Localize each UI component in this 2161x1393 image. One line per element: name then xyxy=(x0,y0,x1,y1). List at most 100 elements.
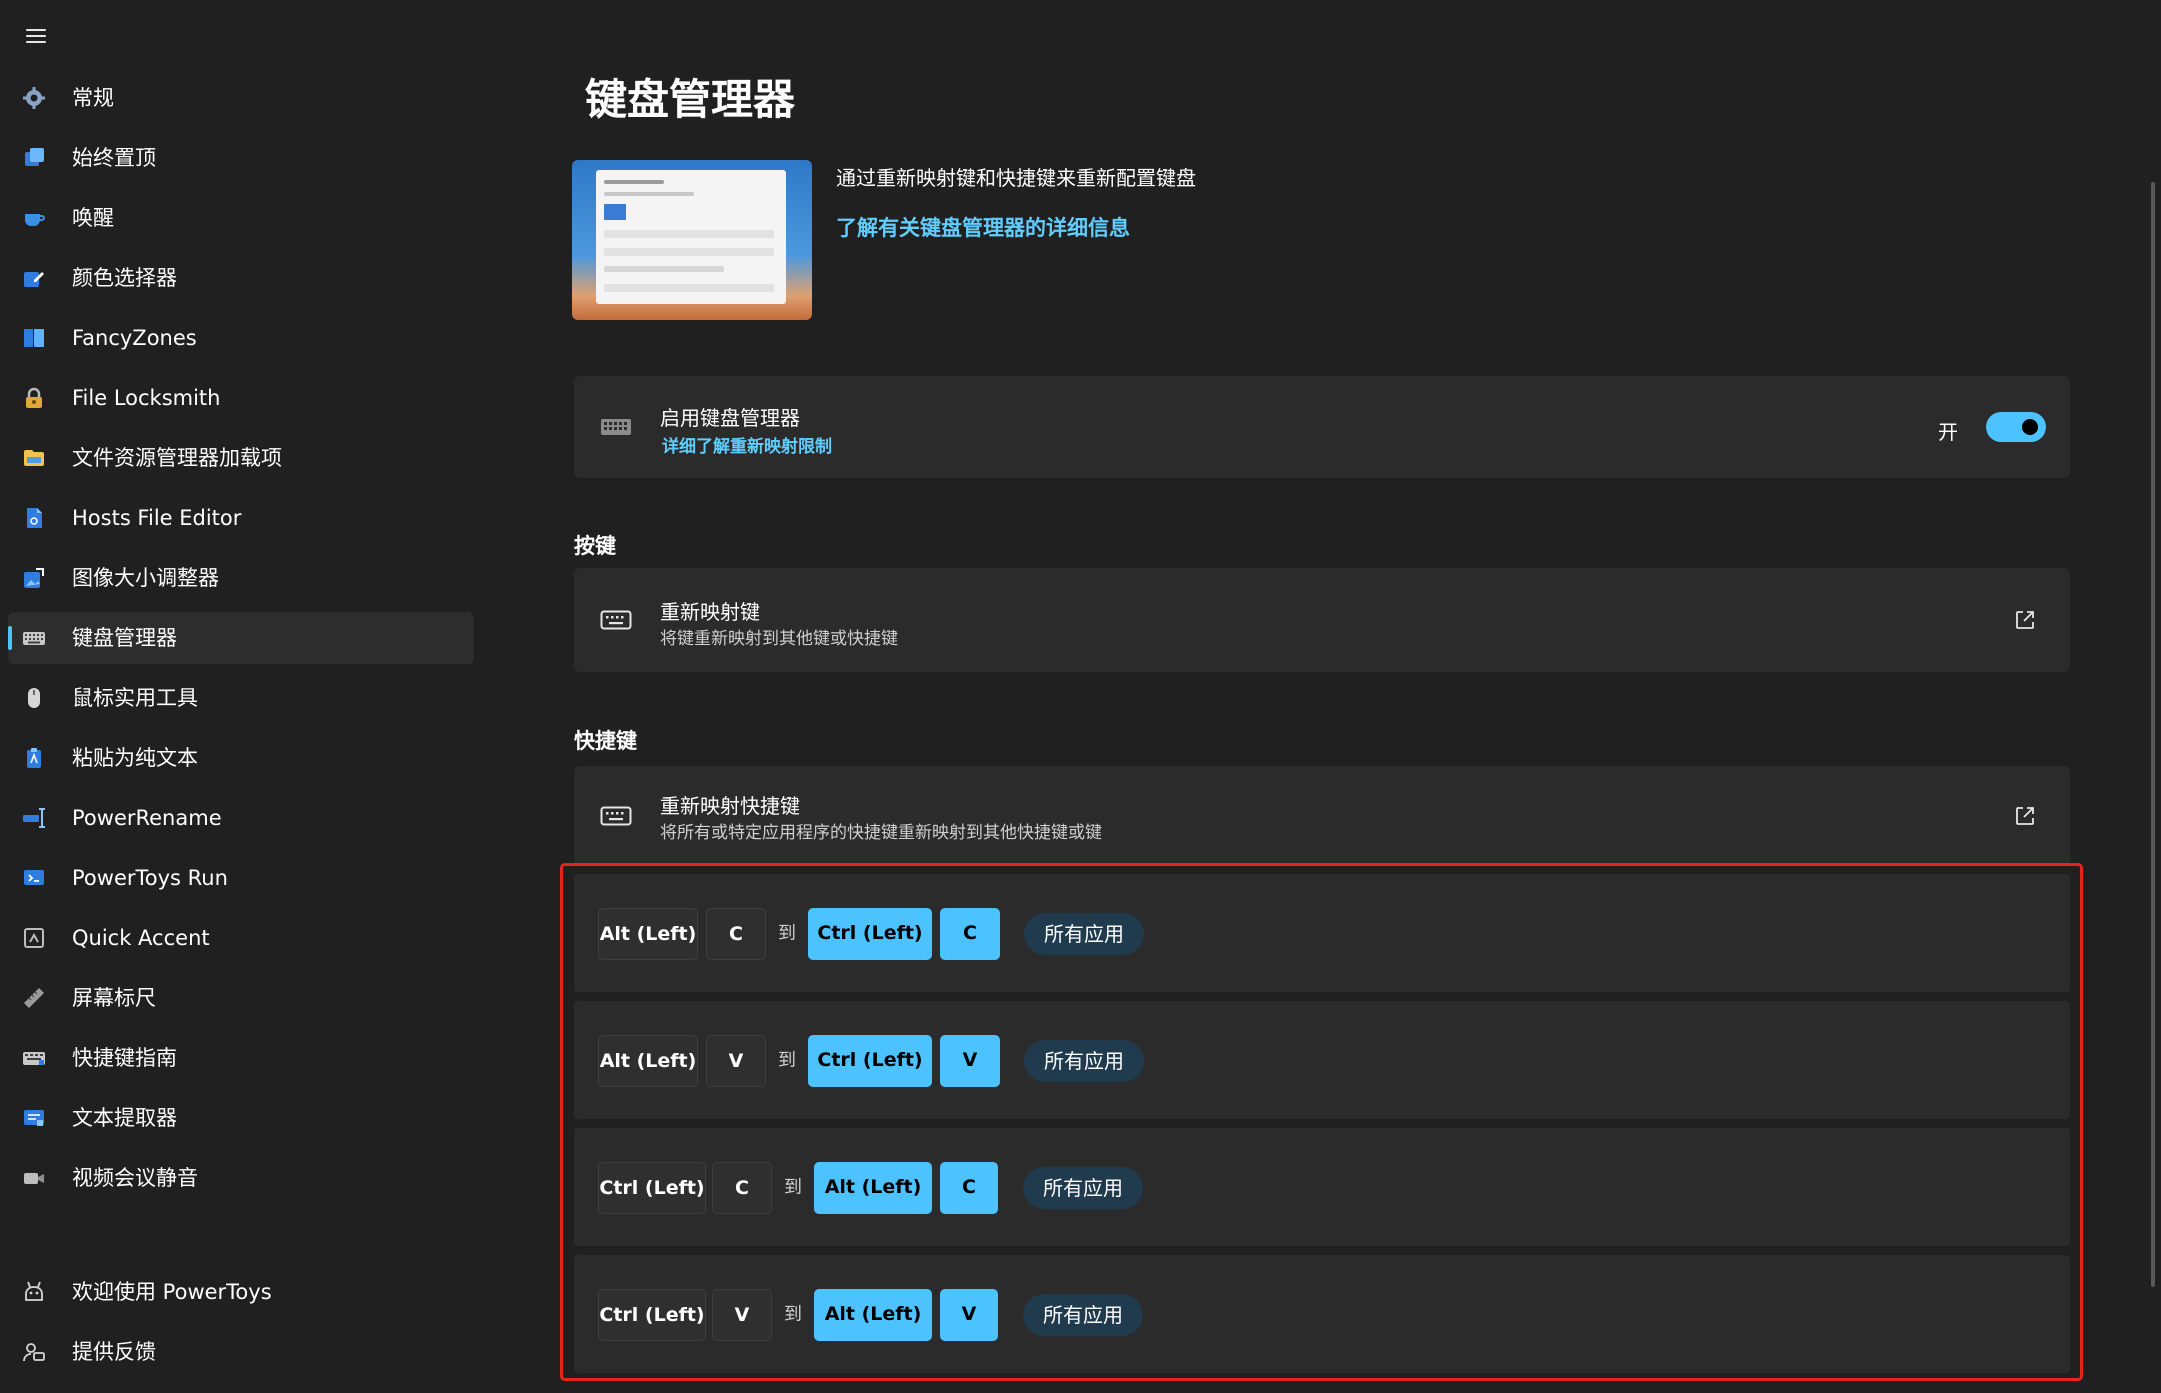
sidebar-item-feedback[interactable]: 提供反馈 xyxy=(8,1326,474,1378)
run-icon xyxy=(24,870,44,885)
source-key: Alt (Left) xyxy=(598,1035,698,1087)
sidebar-item-shortcut-guide[interactable]: 快捷键指南 xyxy=(8,1032,474,1084)
remap-shortcuts-card[interactable]: 重新映射快捷键 将所有或特定应用程序的快捷键重新映射到其他快捷键或键 xyxy=(574,766,2070,866)
shortcut-mapping-row: Ctrl (Left) C 到 Alt (Left) C 所有应用 xyxy=(574,1128,2070,1246)
rename-icon xyxy=(23,808,45,828)
ruler-icon xyxy=(24,988,44,1008)
fancyzones-icon xyxy=(24,329,44,347)
source-key: V xyxy=(712,1289,772,1341)
sidebar-item-powerrename[interactable]: PowerRename xyxy=(8,792,474,844)
sidebar-item-label: 图像大小调整器 xyxy=(72,566,219,590)
video-camera-icon xyxy=(24,1173,44,1184)
keyboard-icon xyxy=(601,419,631,435)
remap-shortcuts-subtitle: 将所有或特定应用程序的快捷键重新映射到其他快捷键或键 xyxy=(660,823,1102,843)
sidebar-item-welcome[interactable]: 欢迎使用 PowerToys xyxy=(8,1266,474,1318)
target-key: Alt (Left) xyxy=(814,1289,932,1341)
target-key: V xyxy=(940,1035,1000,1087)
learn-more-link[interactable]: 了解有关键盘管理器的详细信息 xyxy=(836,212,1130,242)
scrollbar[interactable] xyxy=(2151,182,2155,1287)
sidebar-item-mouse-utilities[interactable]: 鼠标实用工具 xyxy=(8,672,474,724)
sidebar-item-label: 文件资源管理器加载项 xyxy=(72,446,282,470)
sidebar-item-awake[interactable]: 唤醒 xyxy=(8,192,474,244)
sidebar-item-text-extractor[interactable]: 文本提取器 xyxy=(8,1092,474,1144)
source-key: Ctrl (Left) xyxy=(598,1162,706,1214)
shortcut-mapping-row: Alt (Left) C 到 Ctrl (Left) C 所有应用 xyxy=(574,874,2070,992)
sidebar-item-label: 文本提取器 xyxy=(72,1106,177,1130)
sidebar-item-label: 颜色选择器 xyxy=(72,266,177,290)
page-description: 通过重新映射键和快捷键来重新配置键盘 xyxy=(836,166,1196,190)
sidebar-item-label: 粘贴为纯文本 xyxy=(72,746,198,770)
to-label: 到 xyxy=(778,1050,796,1071)
hosts-file-icon xyxy=(27,508,42,528)
enable-toggle[interactable] xyxy=(1986,412,2046,442)
sidebar-item-label: 始终置顶 xyxy=(72,146,156,170)
app-scope-badge: 所有应用 xyxy=(1023,1167,1143,1209)
open-external-icon[interactable] xyxy=(2014,805,2036,827)
remap-limitations-link[interactable]: 详细了解重新映射限制 xyxy=(662,432,832,457)
keys-section-header: 按键 xyxy=(574,534,616,558)
accent-icon xyxy=(24,928,44,948)
sidebar-item-file-explorer-addons[interactable]: 文件资源管理器加载项 xyxy=(8,432,474,484)
source-key: C xyxy=(712,1162,772,1214)
page-title: 键盘管理器 xyxy=(585,75,796,124)
sidebar-item-label: 欢迎使用 PowerToys xyxy=(72,1280,272,1304)
sidebar-item-keyboard-manager[interactable]: 键盘管理器 xyxy=(8,612,474,664)
sidebar-item-screen-ruler[interactable]: 屏幕标尺 xyxy=(8,972,474,1024)
app-scope-badge: 所有应用 xyxy=(1024,913,1144,955)
lock-icon xyxy=(26,387,42,408)
sidebar-item-video-conference-mute[interactable]: 视频会议静音 xyxy=(8,1152,474,1204)
sidebar-item-file-locksmith[interactable]: File Locksmith xyxy=(8,372,474,424)
remap-keys-title: 重新映射键 xyxy=(660,600,760,624)
sidebar-item-hosts-file-editor[interactable]: Hosts File Editor xyxy=(8,492,474,544)
keyboard-icon xyxy=(23,632,45,645)
shortcut-guide-icon xyxy=(23,1052,45,1065)
shortcuts-section-header: 快捷键 xyxy=(574,729,637,753)
sidebar-item-label: 键盘管理器 xyxy=(72,626,177,650)
remap-keys-subtitle: 将键重新映射到其他键或快捷键 xyxy=(660,629,898,649)
keyboard-outline-icon xyxy=(600,610,632,630)
sidebar-item-label: 快捷键指南 xyxy=(72,1046,177,1070)
sidebar-item-label: 视频会议静音 xyxy=(72,1166,198,1190)
always-on-top-icon xyxy=(25,148,44,166)
folder-icon xyxy=(24,450,44,466)
sidebar-item-powertoys-run[interactable]: PowerToys Run xyxy=(8,852,474,904)
keyboard-outline-icon xyxy=(600,806,632,826)
sidebar: 常规 始终置顶 唤醒 颜色选择器 FancyZones File Locksmi… xyxy=(0,0,490,1393)
remap-keys-card[interactable]: 重新映射键 将键重新映射到其他键或快捷键 xyxy=(574,568,2070,672)
image-resizer-icon xyxy=(24,568,44,588)
color-picker-icon xyxy=(24,272,44,287)
sidebar-item-color-picker[interactable]: 颜色选择器 xyxy=(8,252,474,304)
open-external-icon[interactable] xyxy=(2014,609,2036,631)
welcome-icon xyxy=(25,1281,43,1301)
target-key: Ctrl (Left) xyxy=(808,908,932,960)
target-key: C xyxy=(940,1162,998,1214)
sidebar-item-fancyzones[interactable]: FancyZones xyxy=(8,312,474,364)
to-label: 到 xyxy=(778,923,796,944)
shortcut-mapping-row: Alt (Left) V 到 Ctrl (Left) V 所有应用 xyxy=(574,1001,2070,1119)
paste-text-icon xyxy=(27,748,41,768)
sidebar-item-label: Hosts File Editor xyxy=(72,506,242,530)
mouse-icon xyxy=(28,688,40,708)
source-key: V xyxy=(706,1035,766,1087)
sidebar-item-general[interactable]: 常规 xyxy=(8,72,474,124)
sidebar-item-always-on-top[interactable]: 始终置顶 xyxy=(8,132,474,184)
sidebar-item-paste-plain-text[interactable]: 粘贴为纯文本 xyxy=(8,732,474,784)
enable-title: 启用键盘管理器 xyxy=(660,406,800,430)
sidebar-item-image-resizer[interactable]: 图像大小调整器 xyxy=(8,552,474,604)
hamburger-menu-icon[interactable] xyxy=(24,24,48,48)
target-key: V xyxy=(940,1289,998,1341)
toggle-state-label: 开 xyxy=(1938,420,1958,444)
to-label: 到 xyxy=(784,1304,802,1325)
remap-shortcuts-title: 重新映射快捷键 xyxy=(660,794,800,818)
enable-keyboard-manager-card: 启用键盘管理器 详细了解重新映射限制 开 xyxy=(574,376,2070,478)
target-key: Alt (Left) xyxy=(814,1162,932,1214)
sidebar-item-label: Quick Accent xyxy=(72,926,210,950)
sidebar-item-label: 提供反馈 xyxy=(72,1340,156,1364)
hero-screenshot xyxy=(572,160,812,320)
source-key: C xyxy=(706,908,766,960)
source-key: Alt (Left) xyxy=(598,908,698,960)
sidebar-item-quick-accent[interactable]: Quick Accent xyxy=(8,912,474,964)
sidebar-item-label: File Locksmith xyxy=(72,386,221,410)
gear-icon xyxy=(23,87,45,109)
source-key: Ctrl (Left) xyxy=(598,1289,706,1341)
